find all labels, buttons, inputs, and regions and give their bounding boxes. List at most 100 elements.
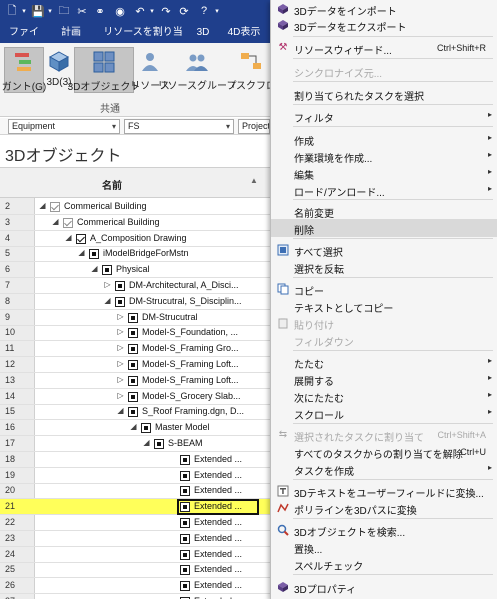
expand-arrow-icon[interactable]: ▷ [103,280,112,289]
table-row[interactable]: 26 Extended ... [0,578,270,595]
column-header-name[interactable]: 名前 [102,177,122,192]
row-checkbox[interactable] [128,407,138,418]
expand-arrow-icon[interactable]: ▷ [116,375,125,384]
row-checkbox[interactable] [154,439,164,449]
menu-item-resource-wizard[interactable]: ⚒ リソースウィザード... Ctrl+Shift+R [271,39,497,57]
collapse-arrow-icon[interactable]: ◢ [51,217,60,226]
tab-assign-resources[interactable]: リソースを割り当て [100,22,186,59]
sort-ascending-icon[interactable]: ▲ [250,176,258,185]
resource-groups-button[interactable]: リソースグループ [158,47,236,93]
expand-arrow-icon[interactable]: ▷ [116,327,125,336]
new-file-dropdown-icon[interactable]: ▾ [20,3,28,19]
project-filter-select[interactable]: Project [238,119,270,134]
menu-item-3d-properties[interactable]: 3Dプロパティ [271,578,497,596]
menu-item-create-task[interactable]: タスクを作成 ▸ [271,460,497,478]
menu-item-scroll[interactable]: スクロール ▸ [271,404,497,422]
task-flow-button[interactable]: タスクフロ [232,47,270,93]
table-row[interactable]: 8 ◢ DM-Strucutral, S_Disciplin... [0,294,270,310]
menu-item-invert-selection[interactable]: 選択を反転 [271,258,497,276]
collapse-arrow-icon[interactable]: ◢ [116,406,125,415]
menu-item-create-workspace[interactable]: 作業環境を作成... ▸ [271,147,497,165]
tab-3d[interactable]: 3D [194,22,212,43]
row-checkbox[interactable] [180,581,190,592]
save-icon[interactable]: 💾 [30,3,46,19]
refresh-icon[interactable]: ⟳ [176,3,192,19]
collapse-arrow-icon[interactable]: ◢ [38,201,47,210]
table-row[interactable]: 16 ◢ Master Model [0,420,270,437]
table-row[interactable]: 6 ◢ Physical [0,262,270,279]
menu-item-replace[interactable]: 置換... [271,538,497,556]
row-checkbox[interactable] [128,360,138,370]
table-row[interactable]: 21 Extended ... [0,499,270,516]
table-row[interactable]: 17 ◢ S-BEAM [0,436,270,452]
table-row[interactable]: 13 ▷ Model-S_Framing Loft... [0,373,270,389]
table-row[interactable]: 2 ◢ Commerical Building [0,199,270,215]
table-row[interactable]: 20 Extended ... [0,483,270,500]
table-row[interactable]: 18 Extended ... [0,452,270,468]
menu-item-select-all[interactable]: すべて選択 [271,241,497,259]
row-checkbox[interactable] [180,565,190,576]
menu-item-copy-as-text[interactable]: テキストとしてコピー [271,297,497,315]
row-checkbox[interactable] [76,233,86,244]
table-row[interactable]: 3 ◢ Commerical Building [0,215,270,231]
row-checkbox[interactable] [63,217,73,228]
help-icon[interactable]: ? [196,3,212,19]
collapse-arrow-icon[interactable]: ◢ [90,264,99,273]
table-row[interactable]: 27Extended ... [0,594,270,599]
camera-icon[interactable]: ◉ [112,3,128,19]
tab-4d-view[interactable]: 4D表示 [224,22,264,43]
save-dropdown-icon[interactable]: ▾ [46,3,54,19]
menu-item-polyline-to-3d-path[interactable]: ポリラインを3Dパスに変換 [271,499,497,517]
menu-item-search-3d-objects[interactable]: 3Dオブジェクトを検索... [271,521,497,539]
table-row[interactable]: 4 ◢ A_Composition Drawing [0,231,270,247]
menu-item-create[interactable]: 作成 ▸ [271,130,497,148]
gantt-button[interactable]: ガント(G) [2,47,46,93]
row-checkbox[interactable] [50,202,60,212]
menu-item-load-unload[interactable]: ロード/アンロード... ▸ [271,181,497,199]
customize-toolbar-icon[interactable]: ▾ [212,3,222,19]
collapse-arrow-icon[interactable]: ◢ [142,438,151,447]
menu-item-edit[interactable]: 編集 ▸ [271,164,497,182]
menu-item-text-to-user-field[interactable]: 3Dテキストをユーザーフィールドに変換... [271,482,497,500]
table-row[interactable]: 9 ▷ DM-Strucutral [0,310,270,326]
3d-objects-button[interactable]: 3Dオブジェクト [68,47,140,93]
menu-item-expand[interactable]: 展開する ▸ [271,370,497,388]
table-row[interactable]: 11 ▷ Model-S_Framing Gro... [0,341,270,358]
menu-item-collapse-next[interactable]: 次にたたむ ▸ [271,387,497,405]
menu-item-filter[interactable]: フィルタ ▸ [271,107,497,125]
row-checkbox[interactable] [180,454,190,465]
table-row[interactable]: 10 ▷ Model-S_Foundation, ... [0,325,270,342]
menu-item-copy[interactable]: コピー [271,280,497,298]
row-checkbox[interactable] [115,296,125,307]
tab-file[interactable]: ファイル [6,22,42,59]
table-row[interactable]: 23 Extended ... [0,531,270,547]
row-checkbox[interactable] [180,486,190,497]
collapse-arrow-icon[interactable]: ◢ [129,422,138,431]
row-checkbox[interactable] [102,265,112,276]
expand-arrow-icon[interactable]: ▷ [116,391,125,400]
table-row[interactable]: 19 Extended ... [0,468,270,484]
expand-arrow-icon[interactable]: ▷ [116,312,125,321]
row-checkbox[interactable] [128,344,138,355]
row-checkbox[interactable] [128,328,138,339]
row-checkbox[interactable] [128,391,138,402]
menu-item-spell-check[interactable]: スペルチェック [271,555,497,573]
expand-arrow-icon[interactable]: ▷ [116,359,125,368]
row-checkbox[interactable] [180,533,190,544]
table-row[interactable]: 12 ▷ Model-S_Framing Loft... [0,357,270,373]
undo-icon[interactable]: ↶ [132,3,148,19]
new-file-icon[interactable]: 🗋 [4,3,20,19]
row-checkbox[interactable] [141,423,151,434]
table-row[interactable]: 25 Extended ... [0,562,270,579]
table-row[interactable]: 24 Extended ... [0,547,270,563]
collapse-arrow-icon[interactable]: ◢ [103,296,112,305]
open-folder-icon[interactable]: 🗀 [56,3,72,19]
row-checkbox[interactable] [180,549,190,560]
tab-plan[interactable]: 計画 [56,22,86,43]
equipment-filter-select[interactable]: Equipment ▾ [8,119,120,134]
menu-item-export-3d[interactable]: 3Dデータをエクスポート [271,16,497,34]
table-row[interactable]: 5 ◢ iModelBridgeForMstn [0,246,270,263]
row-checkbox[interactable] [180,518,190,528]
table-row[interactable]: 15 ◢ S_Roof Framing.dgn, D... [0,404,270,421]
row-checkbox[interactable] [128,312,138,323]
